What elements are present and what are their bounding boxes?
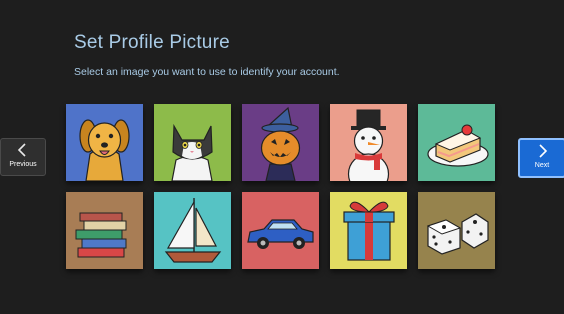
- books-icon: [66, 192, 143, 269]
- next-button[interactable]: Next: [518, 138, 564, 178]
- chevron-right-icon: [539, 144, 548, 158]
- picture-cat[interactable]: [154, 104, 231, 181]
- previous-label: Previous: [9, 161, 37, 168]
- picture-sailboat[interactable]: [154, 192, 231, 269]
- chevron-left-icon: [17, 143, 26, 157]
- picture-snowman[interactable]: [330, 104, 407, 181]
- dice-icon: [418, 192, 495, 269]
- picture-pumpkin[interactable]: [242, 104, 319, 181]
- picture-gift[interactable]: [330, 192, 407, 269]
- dog-icon: [66, 104, 143, 181]
- pumpkin-icon: [242, 104, 319, 181]
- page-title: Set Profile Picture: [74, 32, 230, 53]
- page-subtitle: Select an image you want to use to ident…: [74, 66, 340, 78]
- previous-button[interactable]: Previous: [0, 138, 46, 176]
- picture-dog[interactable]: [66, 104, 143, 181]
- picture-grid: [66, 104, 495, 269]
- car-icon: [242, 192, 319, 269]
- gift-icon: [330, 192, 407, 269]
- sailboat-icon: [154, 192, 231, 269]
- cat-icon: [154, 104, 231, 181]
- snowman-icon: [330, 104, 407, 181]
- picture-dice[interactable]: [418, 192, 495, 269]
- picture-car[interactable]: [242, 192, 319, 269]
- picture-cake[interactable]: [418, 104, 495, 181]
- picture-books[interactable]: [66, 192, 143, 269]
- next-label: Next: [534, 162, 550, 169]
- cake-icon: [418, 104, 495, 181]
